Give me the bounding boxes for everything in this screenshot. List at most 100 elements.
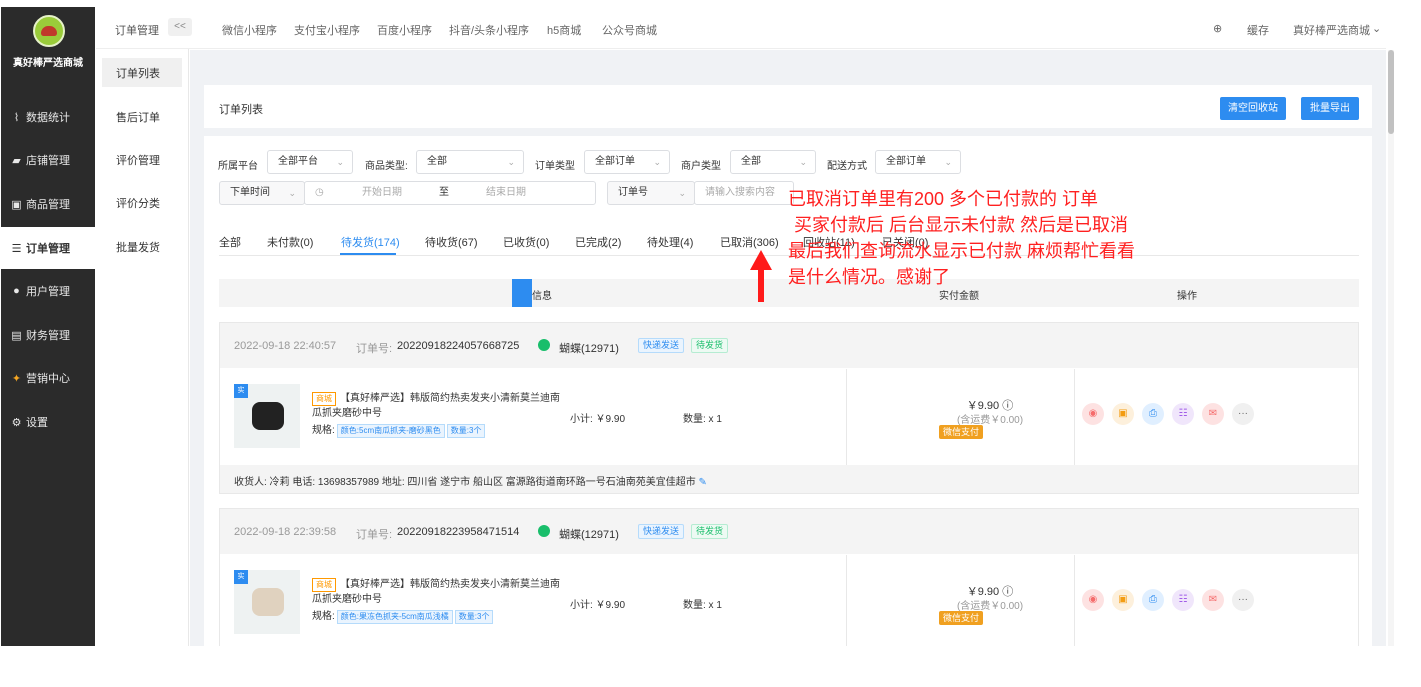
text-selection-highlight [512, 279, 532, 307]
tab-baidu[interactable]: 百度小程序 [377, 22, 432, 38]
download-icon[interactable]: ⊕ [1213, 22, 1222, 35]
user-icon: ● [13, 285, 20, 297]
print-icon[interactable]: ⎙ [1142, 589, 1164, 611]
cache-button[interactable]: 缓存 [1247, 22, 1269, 38]
tab-completed[interactable]: 已完成(2) [575, 234, 621, 250]
order-no-label: 订单号: [356, 343, 393, 355]
page-title: 订单列表 [219, 104, 263, 116]
tab-wechat[interactable]: 微信小程序 [222, 22, 277, 38]
chevron-down-icon: ⌄ [678, 188, 686, 198]
batch-export-button[interactable]: 批量导出 [1301, 97, 1359, 120]
order-type-select[interactable]: 全部订单 ⌄ [584, 150, 670, 174]
delivery-tag: 快递发送 [638, 524, 685, 539]
message-icon[interactable]: ✉ [1202, 589, 1224, 611]
order-time: 2022-09-18 22:40:57 [234, 340, 337, 352]
shipping-address: 收货人: 冷莉 电话: 13698357989 地址: 四川省 遂宁市 船山区 … [220, 465, 1358, 493]
shop-name: 真好棒严选商城 [13, 58, 83, 69]
tab-official-account[interactable]: 公众号商城 [602, 22, 657, 38]
refund-icon[interactable]: ◉ [1082, 589, 1104, 611]
sidebar-item-settings[interactable]: ⚙ 设置 [1, 401, 95, 443]
ship-icon[interactable]: ▣ [1112, 403, 1134, 425]
order-icon: ☰ [11, 242, 22, 255]
chevron-down-icon[interactable]: ⌄ [1372, 22, 1381, 35]
submenu-order-list[interactable]: 订单列表 [102, 58, 182, 87]
sidebar-item-marketing[interactable]: ✦ 营销中心 [1, 357, 95, 399]
delivery-select[interactable]: 全部订单 ⌄ [875, 150, 961, 174]
tab-h5[interactable]: h5商城 [547, 22, 581, 38]
date-range-picker[interactable]: ◷ 开始日期 至 结束日期 [304, 181, 596, 205]
message-icon[interactable]: ✉ [1202, 403, 1224, 425]
arrow-up-icon [750, 250, 772, 302]
goods-type-select[interactable]: 全部 ⌄ [416, 150, 524, 174]
sidebar-item-finance[interactable]: ▤ 财务管理 [1, 314, 95, 356]
goods-type-label: 商品类型: [365, 161, 408, 172]
status-badge: 待发货 [691, 524, 729, 539]
tab-to-receive[interactable]: 待收货(67) [425, 234, 478, 250]
status-badge: 待发货 [691, 338, 729, 353]
tab-cancelled[interactable]: 已取消(306) [720, 234, 779, 250]
order-actions: ◉ ▣ ⎙ ☷ ✉ ··· [1082, 589, 1262, 611]
sidebar-item-goods[interactable]: ▣ 商品管理 [1, 183, 95, 225]
scrollbar-thumb[interactable] [1388, 50, 1394, 134]
ship-icon[interactable]: ▣ [1112, 589, 1134, 611]
submenu-reviews[interactable]: 评价管理 [102, 145, 182, 174]
annotation-text: 已取消订单里有200 多个已付款的 订单 买家付款后 后台显示未付款 然后是已取… [788, 189, 1135, 287]
product-image[interactable]: 实 [234, 570, 300, 634]
clear-recycle-button[interactable]: 清空回收站 [1220, 97, 1286, 120]
marketing-icon: ✦ [11, 372, 22, 385]
search-input[interactable]: 请输入搜索内容 [694, 181, 794, 205]
submenu-after-sales[interactable]: 售后订单 [102, 102, 182, 131]
shop-logo [33, 15, 65, 47]
col-operations: 操作 [1177, 291, 1197, 302]
chevron-down-icon: ⌄ [653, 157, 661, 167]
remark-icon[interactable]: ☷ [1172, 403, 1194, 425]
subtotal: 小计: ￥9.90 [570, 414, 626, 425]
product-title-line2: 瓜抓夹磨砂中号 [312, 408, 382, 419]
remark-icon[interactable]: ☷ [1172, 589, 1194, 611]
order-body: 实 商城 【真好棒严选】韩版简约热卖发夹小清新莫兰迪南 瓜抓夹磨砂中号 规格: 颜色… [220, 555, 1358, 651]
sidebar-item-store[interactable]: ▰ 店铺管理 [1, 139, 95, 181]
submenu-review-categories[interactable]: 评价分类 [102, 188, 182, 217]
shop-switcher[interactable]: 真好棒严选商城 [1293, 22, 1370, 38]
tab-received[interactable]: 已收货(0) [503, 234, 549, 250]
more-icon[interactable]: ··· [1232, 403, 1254, 425]
buyer-name[interactable]: 蝴蝶(12971) [559, 526, 619, 542]
refund-icon[interactable]: ◉ [1082, 403, 1104, 425]
edit-icon[interactable]: ✎ [699, 477, 707, 488]
title-panel: 订单列表 清空回收站 批量导出 [204, 85, 1372, 128]
tab-all[interactable]: 全部 [219, 234, 241, 250]
tab-alipay[interactable]: 支付宝小程序 [294, 22, 360, 38]
order-actions: ◉ ▣ ⎙ ☷ ✉ ··· [1082, 403, 1262, 425]
submenu-batch-ship[interactable]: 批量发货 [102, 232, 182, 261]
tab-unpaid[interactable]: 未付款(0) [267, 234, 313, 250]
platform-select[interactable]: 全部平台 ⌄ [267, 150, 353, 174]
time-type-select[interactable]: 下单时间 ⌄ [219, 181, 305, 205]
delivery-label: 配送方式 [827, 161, 867, 172]
sidebar-item-orders[interactable]: ☰ 订单管理 [1, 227, 95, 269]
print-icon[interactable]: ⎙ [1142, 403, 1164, 425]
finance-icon: ▤ [11, 329, 22, 342]
more-icon[interactable]: ··· [1232, 589, 1254, 611]
scrollbar[interactable] [1388, 50, 1394, 646]
search-field-select[interactable]: 订单号 ⌄ [607, 181, 695, 205]
wechat-icon [538, 525, 550, 537]
freight: (含运费￥0.00) [956, 415, 1024, 426]
sidebar-item-users[interactable]: ● 用户管理 [1, 270, 95, 312]
chevron-down-icon: ⌄ [799, 157, 807, 167]
freight: (含运费￥0.00) [956, 601, 1024, 612]
buyer-name[interactable]: 蝴蝶(12971) [559, 340, 619, 356]
tab-douyin[interactable]: 抖音/头条小程序 [449, 22, 529, 38]
sidebar: 真好棒严选商城 ⌇ 数据统计 ▰ 店铺管理 ▣ 商品管理 ☰ 订单管理 ● 用户管理 ▤ 财… [1, 7, 95, 646]
order-header: 2022-09-18 22:39:58 订单号: 202209182239584… [220, 509, 1358, 554]
collapse-button[interactable]: << [168, 18, 192, 36]
top-nav: 订单管理 << 微信小程序 支付宝小程序 百度小程序 抖音/头条小程序 h5商城… [96, 7, 1386, 49]
tab-to-ship[interactable]: 待发货(174) [341, 234, 400, 250]
quantity: 数量: x 1 [683, 600, 722, 611]
merchant-type-label: 商户类型 [681, 161, 721, 172]
sidebar-item-stats[interactable]: ⌇ 数据统计 [1, 96, 95, 138]
tab-pending[interactable]: 待处理(4) [647, 234, 693, 250]
merchant-type-select[interactable]: 全部 ⌄ [730, 150, 816, 174]
product-image[interactable]: 实 [234, 384, 300, 448]
order-header: 2022-09-18 22:40:57 订单号: 202209182240576… [220, 323, 1358, 368]
subtotal: 小计: ￥9.90 [570, 600, 626, 611]
